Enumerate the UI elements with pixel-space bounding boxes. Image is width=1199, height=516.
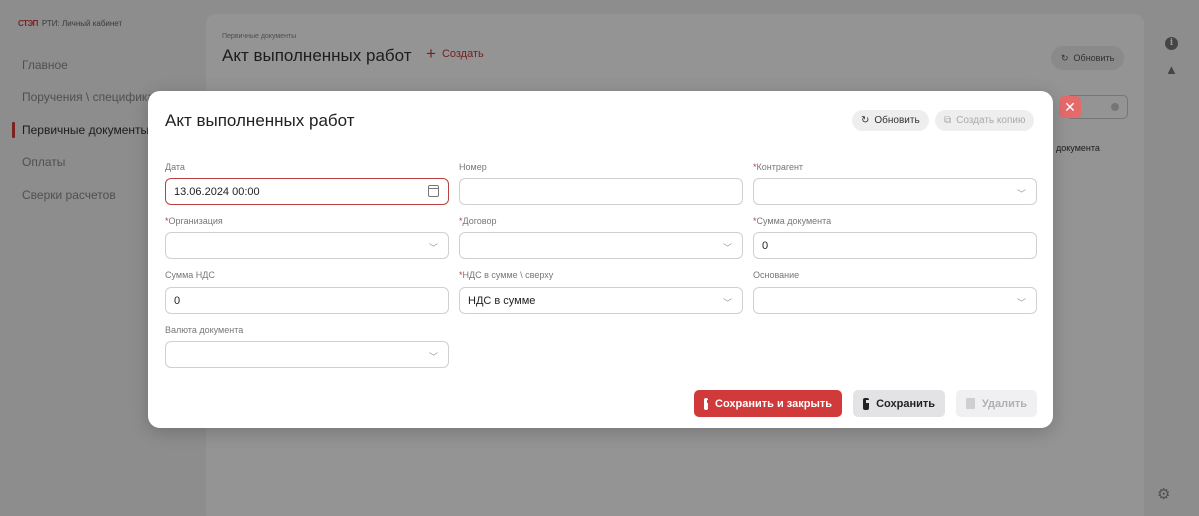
vat-mode-select[interactable]: НДС в сумме ﹀ bbox=[459, 287, 743, 314]
number-field[interactable] bbox=[459, 178, 743, 205]
amount-field[interactable]: 0 bbox=[753, 232, 1037, 259]
save-button[interactable]: Сохранить bbox=[853, 390, 945, 417]
save-and-close-label: Сохранить и закрыть bbox=[715, 397, 832, 410]
create-copy-button[interactable]: ⧉ Создать копию bbox=[935, 110, 1035, 131]
organization-select[interactable]: ﹀ bbox=[165, 232, 449, 259]
create-copy-label: Создать копию bbox=[956, 115, 1026, 126]
vat-mode-value: НДС в сумме bbox=[468, 294, 536, 307]
copy-icon: ⧉ bbox=[944, 115, 952, 126]
counterparty-label: *Контрагент bbox=[753, 162, 804, 172]
modal-refresh-button[interactable]: ↻ Обновить bbox=[852, 110, 929, 131]
modal-title: Акт выполненных работ bbox=[165, 111, 355, 130]
chevron-down-icon: ﹀ bbox=[1016, 189, 1026, 199]
counterparty-select[interactable]: ﹀ bbox=[753, 178, 1037, 205]
organization-label: *Организация bbox=[165, 216, 223, 226]
contract-label: *Договор bbox=[459, 216, 497, 226]
date-field[interactable]: 13.06.2024 00:00 bbox=[165, 178, 449, 205]
chevron-down-icon: ﹀ bbox=[428, 352, 438, 362]
contract-select[interactable]: ﹀ bbox=[459, 232, 743, 259]
basis-select[interactable]: ﹀ bbox=[753, 287, 1037, 314]
date-label: Дата bbox=[165, 162, 185, 172]
save-icon bbox=[863, 397, 873, 410]
save-and-close-button[interactable]: Сохранить и закрыть bbox=[694, 390, 842, 417]
refresh-icon: ↻ bbox=[861, 115, 870, 126]
modal-refresh-label: Обновить bbox=[874, 115, 920, 126]
chevron-down-icon: ﹀ bbox=[428, 243, 438, 253]
currency-select[interactable]: ﹀ bbox=[165, 341, 449, 368]
document-modal: Акт выполненных работ ↻ Обновить ⧉ Созда… bbox=[148, 91, 1053, 428]
vat-mode-label: *НДС в сумме \ сверху bbox=[459, 270, 554, 280]
vat-amount-field[interactable]: 0 bbox=[165, 287, 449, 314]
save-icon bbox=[704, 397, 714, 410]
close-icon[interactable]: ✕ bbox=[1059, 96, 1081, 118]
save-label: Сохранить bbox=[876, 397, 935, 410]
vat-amount-value: 0 bbox=[174, 294, 181, 307]
amount-label: *Сумма документа bbox=[753, 216, 832, 226]
amount-value: 0 bbox=[762, 239, 769, 252]
chevron-down-icon: ﹀ bbox=[1016, 298, 1026, 308]
delete-button[interactable]: Удалить bbox=[956, 390, 1037, 417]
trash-icon bbox=[966, 398, 975, 409]
chevron-down-icon: ﹀ bbox=[722, 243, 732, 253]
delete-label: Удалить bbox=[981, 397, 1027, 410]
date-value: 13.06.2024 00:00 bbox=[174, 185, 260, 198]
currency-label: Валюта документа bbox=[165, 325, 244, 335]
basis-label: Основание bbox=[753, 270, 800, 280]
vat-amount-label: Сумма НДС bbox=[165, 270, 215, 280]
chevron-down-icon: ﹀ bbox=[722, 298, 732, 308]
calendar-icon[interactable] bbox=[428, 185, 439, 197]
number-label: Номер bbox=[459, 162, 487, 172]
